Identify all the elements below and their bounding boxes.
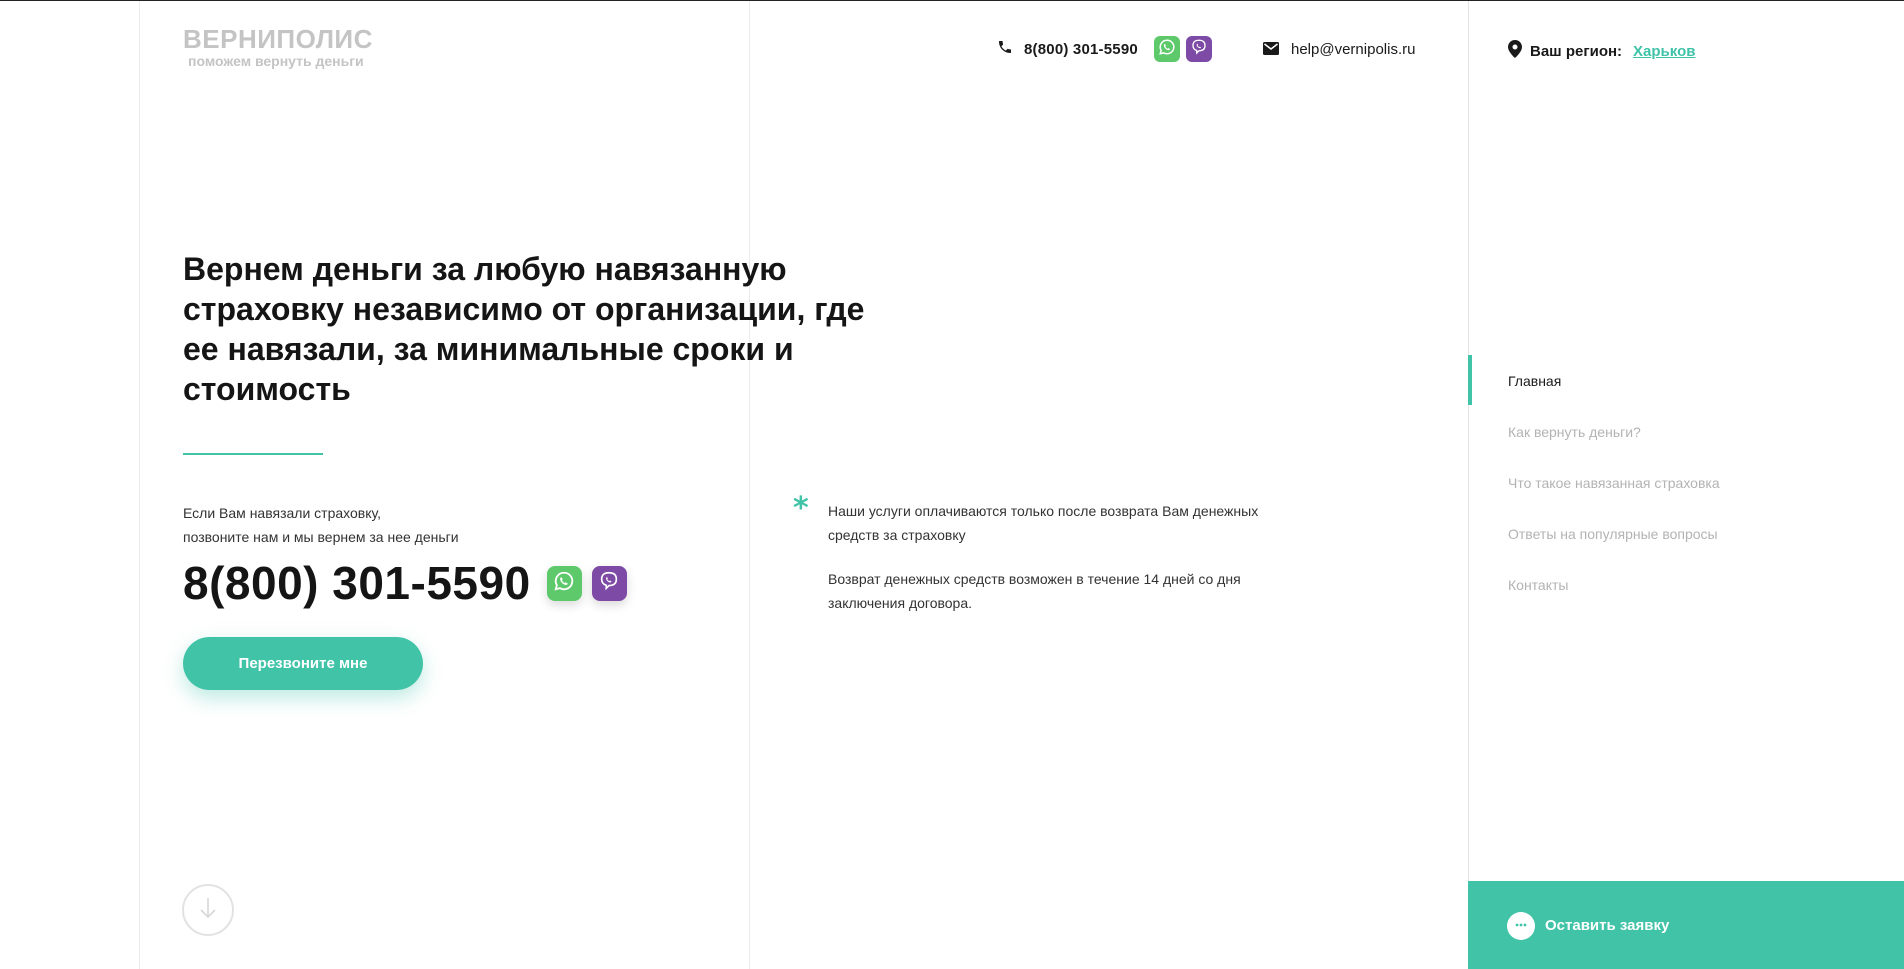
nav-item-label: Главная <box>1508 372 1562 389</box>
region-city-link[interactable]: Харьков <box>1633 43 1695 60</box>
location-pin-icon <box>1508 40 1522 63</box>
asterisk-mark: * <box>793 491 809 526</box>
hero-lead-line1: Если Вам навязали страховку, <box>183 505 381 521</box>
nav-item-faq[interactable]: Ответы на популярные вопросы <box>1468 508 1904 559</box>
callback-button[interactable]: Перезвоните мне <box>183 637 423 690</box>
whatsapp-button[interactable] <box>1153 36 1180 62</box>
hero-phone-number[interactable]: 8(800) 301-5590 <box>183 556 531 610</box>
arrow-down-icon <box>198 896 218 924</box>
note-refund-period: Возврат денежных средств возможен в тече… <box>828 571 1241 611</box>
nav-item-imposed-insurance[interactable]: Что такое навязанная страховка <box>1468 457 1904 508</box>
logo[interactable]: ВЕРНИПОЛИС поможем вернуть деньги <box>183 25 373 69</box>
accent-divider <box>183 453 323 455</box>
note-payment: Наши услуги оплачиваются только после во… <box>828 503 1259 543</box>
nav-item-how-to-return[interactable]: Как вернуть деньги? <box>1468 406 1904 457</box>
chat-icon <box>1507 911 1535 940</box>
nav-item-label: Как вернуть деньги? <box>1508 423 1641 440</box>
leave-request-label: Оставить заявку <box>1545 917 1670 934</box>
phone-icon <box>997 39 1013 59</box>
mail-icon <box>1263 40 1279 59</box>
header-phone-number[interactable]: 8(800) 301-5590 <box>1024 41 1138 58</box>
viber-icon <box>1190 38 1208 60</box>
divider-left <box>139 1 140 969</box>
region-selector: Ваш регион: Харьков <box>1508 40 1695 63</box>
nav-item-contacts[interactable]: Контакты <box>1468 559 1904 610</box>
logo-subtitle: поможем вернуть деньги <box>188 53 364 69</box>
viber-icon <box>598 570 620 596</box>
whatsapp-icon <box>1158 38 1176 60</box>
hero-title: Вернем деньги за любую навязанную страхо… <box>183 251 865 407</box>
side-navigation: Главная Как вернуть деньги? Что такое на… <box>1468 355 1904 610</box>
leave-request-button[interactable]: Оставить заявку <box>1468 881 1904 969</box>
divider-middle <box>749 1 750 969</box>
nav-item-label: Контакты <box>1508 576 1569 593</box>
hero-lead: Если Вам навязали страховку, позвоните н… <box>183 501 459 549</box>
header-email-block: help@vernipolis.ru <box>1263 40 1415 59</box>
nav-item-home[interactable]: Главная <box>1468 355 1904 406</box>
header-phone-block: 8(800) 301-5590 <box>997 36 1212 62</box>
header-email-link[interactable]: help@vernipolis.ru <box>1291 41 1415 58</box>
hero-viber-button[interactable] <box>591 565 627 601</box>
scroll-down-button[interactable] <box>182 884 234 936</box>
nav-item-label: Ответы на популярные вопросы <box>1508 525 1718 542</box>
region-label: Ваш регион: <box>1530 43 1623 60</box>
hero-whatsapp-button[interactable] <box>546 565 582 601</box>
whatsapp-icon <box>553 570 575 596</box>
hero-phone-block: 8(800) 301-5590 <box>183 556 627 610</box>
logo-title: ВЕРНИПОЛИС <box>183 24 373 54</box>
hero-lead-line2: позвоните нам и мы вернем за нее деньги <box>183 529 459 545</box>
viber-button[interactable] <box>1185 36 1212 62</box>
nav-item-label: Что такое навязанная страховка <box>1508 474 1720 491</box>
